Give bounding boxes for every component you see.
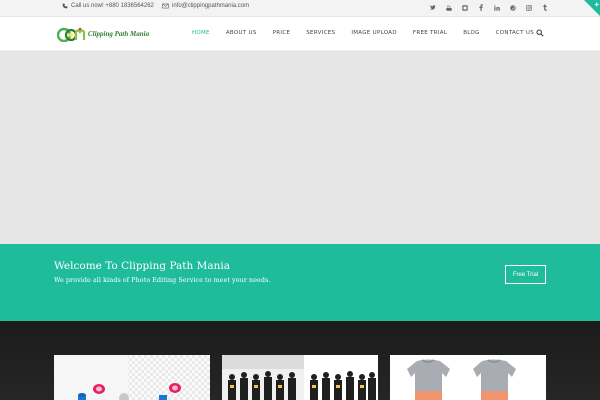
free-trial-button[interactable]: Free Trial [505, 265, 546, 284]
service-card-ghost-mannequin[interactable] [390, 355, 546, 400]
service-image-group [222, 355, 378, 400]
youtube-icon[interactable] [446, 3, 452, 12]
service-card-clipping[interactable] [54, 355, 210, 400]
nav-about-us[interactable]: ABOUT US [218, 29, 265, 38]
welcome-subtitle: We provide all kinds of Photo Editing Se… [54, 277, 271, 284]
cpm-logo-mark-icon [57, 27, 86, 42]
main-nav: HOME ABOUT US PRICE SERVICES IMAGE UPLOA… [184, 29, 542, 38]
main-header: Clipping Path Mania HOME ABOUT US PRICE … [0, 17, 600, 51]
nav-home[interactable]: HOME [184, 29, 218, 38]
nav-contact-us[interactable]: CONTACT US [488, 29, 542, 38]
linkedin-square-icon[interactable] [462, 3, 468, 12]
phone-icon [62, 3, 68, 9]
email-contact[interactable]: info@clippingpathmania.com [162, 3, 249, 9]
nav-image-upload[interactable]: IMAGE UPLOAD [343, 29, 405, 38]
facebook-icon[interactable] [478, 3, 484, 12]
nav-price[interactable]: PRICE [265, 29, 299, 38]
nav-services[interactable]: SERVICES [298, 29, 343, 38]
welcome-title: Welcome To Clipping Path Mania [54, 260, 231, 272]
service-image-bottles [54, 355, 210, 400]
site-logo[interactable]: Clipping Path Mania [57, 26, 149, 42]
instagram-icon[interactable] [526, 3, 532, 12]
plus-icon: + [594, 0, 599, 9]
search-icon[interactable] [536, 29, 544, 37]
nav-free-trial[interactable]: FREE TRIAL [405, 29, 455, 38]
logo-text: Clipping Path Mania [88, 30, 150, 38]
pinterest-icon[interactable] [510, 3, 516, 12]
welcome-banner: Welcome To Clipping Path Mania We provid… [0, 244, 600, 321]
phone-text: Call us now! +880 1836564262 [71, 3, 154, 9]
service-card-group-photo[interactable] [222, 355, 378, 400]
checker-pattern [128, 355, 210, 400]
social-links [430, 3, 548, 12]
top-bar: Call us now! +880 1836564262 info@clippi… [0, 0, 600, 17]
twitter-icon[interactable] [430, 3, 436, 12]
linkedin-icon[interactable] [494, 3, 500, 12]
nav-blog[interactable]: BLOG [455, 29, 487, 38]
phone-contact[interactable]: Call us now! +880 1836564262 [62, 3, 154, 9]
service-image-sweaters [390, 355, 546, 400]
envelope-icon [162, 3, 169, 9]
settings-corner-tab[interactable]: + [584, 0, 600, 16]
showcase-section [0, 321, 600, 400]
tumblr-icon[interactable] [542, 3, 548, 12]
hero-slider [0, 51, 600, 244]
email-text: info@clippingpathmania.com [172, 3, 250, 9]
